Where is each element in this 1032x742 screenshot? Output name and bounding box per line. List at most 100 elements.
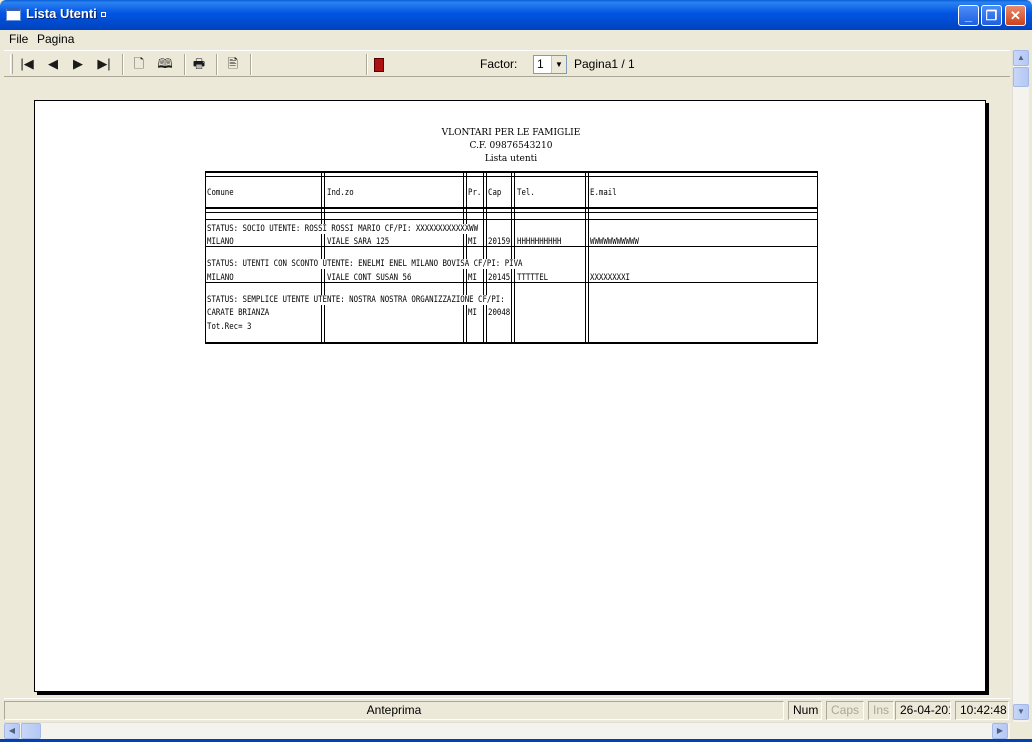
first-page-button[interactable]: |◀: [16, 54, 38, 74]
record-cap: 20048: [488, 308, 511, 318]
last-page-icon: ▶|: [97, 56, 111, 71]
report-tax-code: C.F. 09876543210: [469, 141, 553, 151]
chevron-down-icon: ▼: [1017, 707, 1025, 716]
record-status: STATUS: UTENTI CON SCONTO UTENTE: ENELMI…: [207, 259, 523, 269]
first-page-icon: |◀: [20, 56, 34, 71]
record-indirizzo: VIALE SARA 125: [327, 237, 390, 247]
window-title: Lista Utenti: [26, 6, 106, 21]
toolbar-grip[interactable]: [10, 54, 13, 74]
arrow-left-icon: ◀: [48, 56, 58, 71]
status-bar: Anteprima Num Caps Ins 26-04-2016 10:42:…: [4, 698, 1010, 720]
col-header-email: E.mail: [590, 188, 617, 198]
window-app-icon[interactable]: [6, 8, 21, 21]
menu-bar: File Pagina: [0, 30, 1032, 48]
minimize-button[interactable]: _: [958, 5, 979, 26]
title-bar[interactable]: Lista Utenti _ ❐ ✕: [0, 0, 1032, 30]
close-icon: ✕: [1010, 8, 1021, 23]
toolbar: |◀ ◀ ▶ ▶| 🗋 🕮 🖶 🖹 Factor: 1 ▼ Pagina1 / …: [4, 50, 1010, 77]
printer-icon: 🖶: [192, 56, 206, 71]
print-button[interactable]: 🖶: [188, 54, 210, 74]
factor-select[interactable]: 1 ▼: [533, 55, 567, 74]
chevron-right-icon: ▶: [996, 726, 1004, 735]
record-email: XXXXXXXXI: [590, 273, 631, 283]
record-indirizzo: VIALE CONT SUSAN 56: [327, 273, 412, 283]
horizontal-scroll-thumb[interactable]: [21, 723, 41, 739]
record-comune: MILANO: [207, 273, 234, 283]
last-page-button[interactable]: ▶|: [93, 54, 115, 74]
vertical-scroll-thumb[interactable]: [1013, 67, 1029, 87]
status-ins: Ins: [868, 701, 894, 720]
table-col-rule: [205, 171, 206, 343]
record-total: Tot.Rec= 3: [207, 322, 252, 332]
record-status: STATUS: SOCIO UTENTE: ROSSI ROSSI MARIO …: [207, 224, 479, 234]
report-table: Comune Ind.zo Pr. Cap Tel. E.mail STATUS…: [205, 171, 818, 344]
vertical-scrollbar[interactable]: ▲ ▼: [1012, 50, 1029, 722]
toolbar-separator: [216, 54, 218, 75]
status-time: 10:42:48: [955, 701, 1009, 720]
table-col-rule: [514, 171, 515, 343]
export-globe-icon: 🖹: [227, 56, 239, 71]
record-pr: MI: [468, 273, 477, 283]
table-col-rule: [321, 171, 322, 343]
next-page-button[interactable]: ▶: [67, 54, 89, 74]
chevron-left-icon: ◀: [8, 726, 16, 735]
table-col-rule: [588, 171, 589, 343]
previous-page-button[interactable]: ◀: [42, 54, 64, 74]
open-book-icon: 🕮: [157, 56, 173, 71]
toolbar-separator: [122, 54, 124, 75]
single-page-button[interactable]: 🗋: [128, 54, 150, 74]
record-email: WWWWWWWWWWW: [590, 237, 639, 247]
scroll-left-button[interactable]: ◀: [4, 723, 20, 739]
minimize-icon: _: [964, 8, 973, 23]
preview-area: VLONTARI PER LE FAMIGLIE C.F. 0987654321…: [4, 78, 1010, 696]
record-cap: 20159: [488, 237, 511, 247]
exit-door-icon: [374, 57, 384, 72]
report-page: VLONTARI PER LE FAMIGLIE C.F. 0987654321…: [34, 100, 986, 692]
scroll-up-button[interactable]: ▲: [1013, 50, 1029, 66]
horizontal-scrollbar[interactable]: ◀ ▶: [4, 722, 1010, 739]
two-pages-button[interactable]: 🕮: [154, 54, 176, 74]
record-tel: TTTTTEL: [517, 273, 549, 283]
scroll-right-button[interactable]: ▶: [992, 723, 1008, 739]
export-button[interactable]: 🖹: [222, 54, 244, 74]
record-comune: MILANO: [207, 237, 234, 247]
table-col-rule: [463, 171, 464, 343]
col-header-comune: Comune: [207, 188, 234, 198]
app-window: Lista Utenti _ ❐ ✕ File Pagina |◀ ◀ ▶ ▶|…: [0, 0, 1032, 742]
record-pr: MI: [468, 237, 477, 247]
exit-button[interactable]: [368, 54, 390, 74]
col-header-indirizzo: Ind.zo: [327, 188, 354, 198]
status-mode: Anteprima: [4, 701, 784, 720]
record-pr: MI: [468, 308, 477, 318]
close-button[interactable]: ✕: [1005, 5, 1026, 26]
factor-value: 1: [537, 57, 544, 71]
page-indicator: Pagina1 / 1: [574, 57, 635, 71]
status-caps: Caps: [826, 701, 864, 720]
factor-label: Factor:: [480, 57, 518, 71]
menu-file[interactable]: File: [9, 32, 28, 46]
title-mark-icon: [100, 12, 106, 18]
col-header-pr: Pr.: [468, 188, 482, 198]
report-org-name: VLONTARI PER LE FAMIGLIE: [441, 128, 581, 138]
restore-icon: ❐: [985, 8, 998, 23]
toolbar-separator: [366, 54, 368, 75]
restore-button[interactable]: ❐: [981, 5, 1002, 26]
page-icon: 🗋: [133, 56, 145, 71]
table-col-rule: [585, 171, 586, 343]
table-col-rule: [511, 171, 512, 343]
toolbar-separator: [184, 54, 186, 75]
menu-pagina[interactable]: Pagina: [37, 32, 74, 46]
record-tel: HHHHHHHHHH: [517, 237, 562, 247]
table-col-rule: [817, 171, 818, 343]
chevron-up-icon: ▲: [1017, 53, 1025, 62]
record-cap: 20145: [488, 273, 511, 283]
record-comune: CARATE BRIANZA: [207, 308, 270, 318]
table-col-rule: [466, 171, 467, 343]
chevron-down-icon[interactable]: ▼: [551, 56, 566, 73]
table-col-rule: [483, 171, 484, 343]
toolbar-separator: [250, 54, 252, 75]
table-col-rule: [324, 171, 325, 343]
scroll-down-button[interactable]: ▼: [1013, 704, 1029, 720]
report-title: Lista utenti: [484, 154, 538, 164]
table-col-rule: [486, 171, 487, 343]
